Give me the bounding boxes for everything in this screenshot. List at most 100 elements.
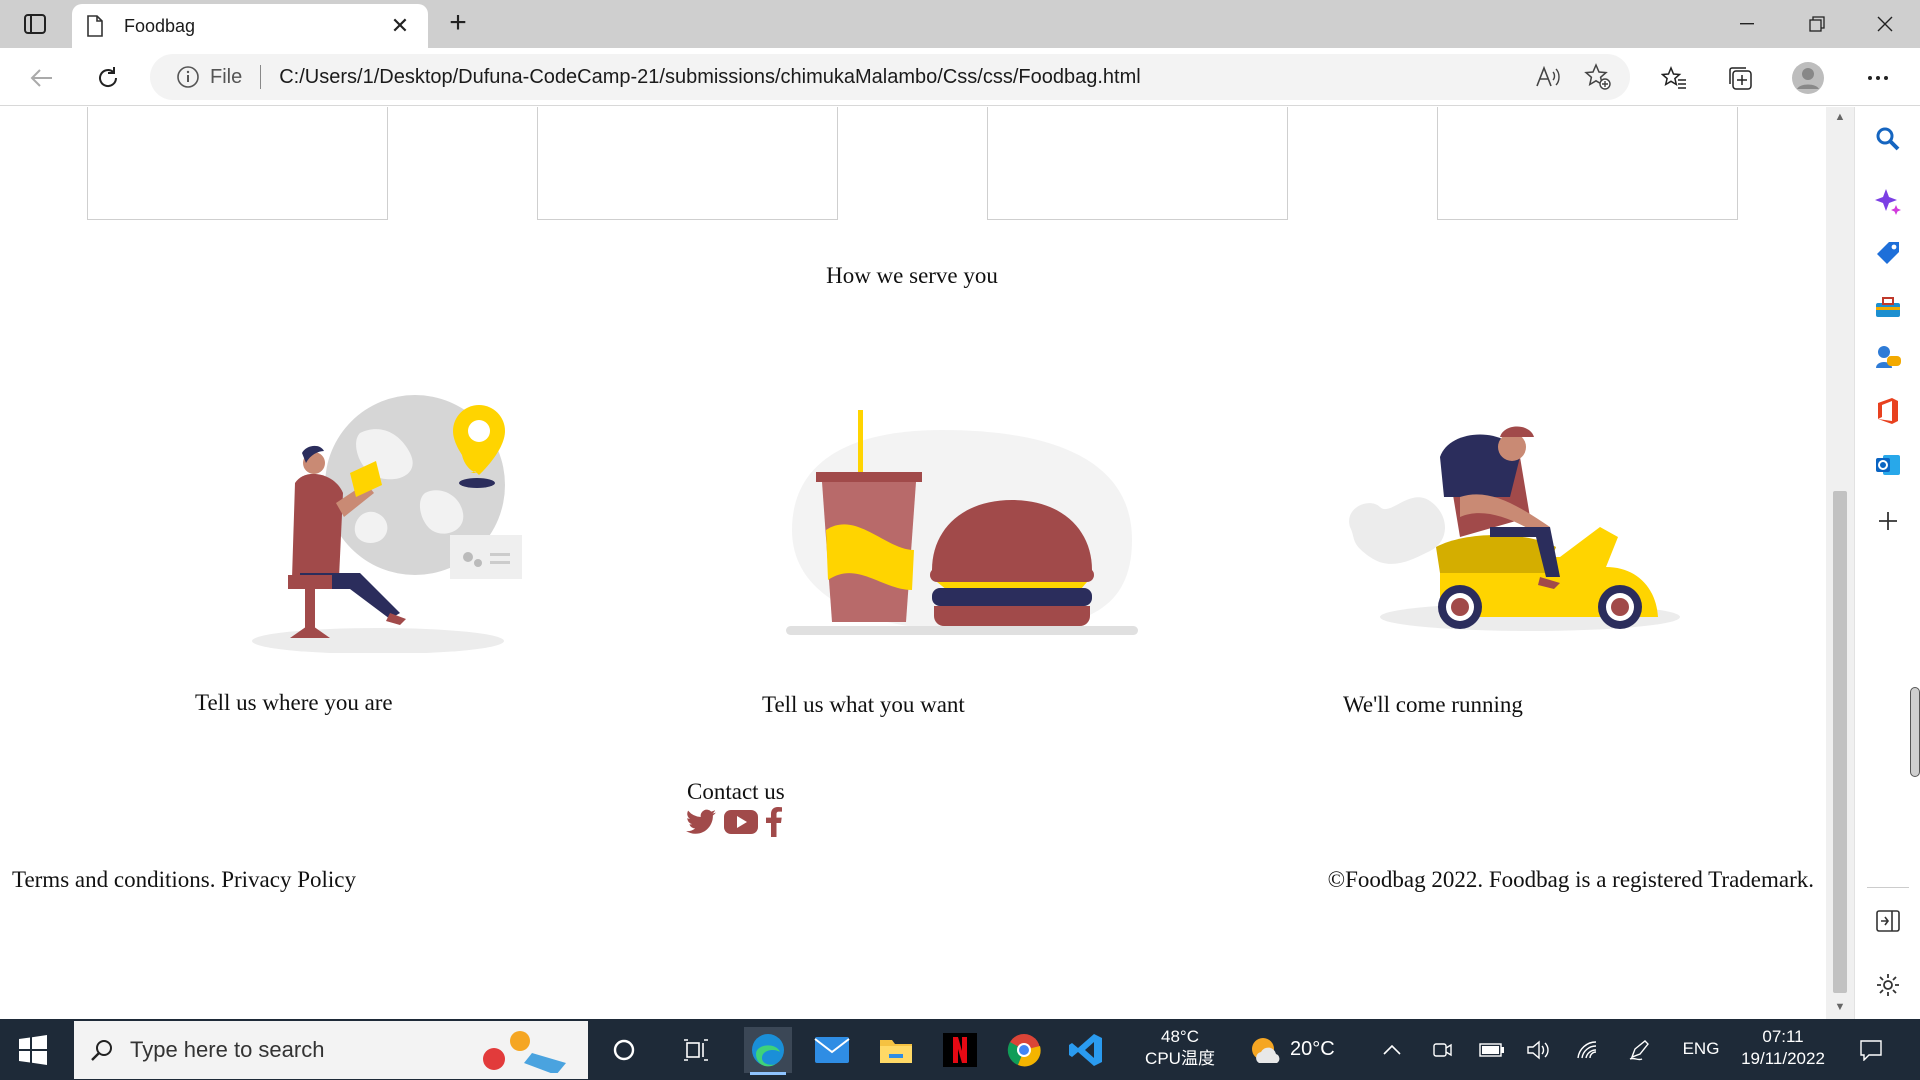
minimize-icon <box>1740 23 1754 25</box>
wifi-button[interactable] <box>1568 1027 1608 1073</box>
close-window-button[interactable] <box>1850 0 1920 48</box>
chevron-up-icon <box>1383 1045 1401 1055</box>
chrome-taskbar-button[interactable] <box>1000 1027 1048 1073</box>
address-separator <box>260 65 262 89</box>
profile-button[interactable] <box>1788 58 1828 98</box>
tab-actions-button[interactable] <box>10 8 60 40</box>
contact-title: Contact us <box>687 779 785 804</box>
meet-now-button[interactable] <box>1422 1027 1462 1073</box>
sidebar-settings-button[interactable] <box>1870 967 1906 1003</box>
sidebar-add-button[interactable] <box>1870 503 1906 539</box>
task-view-button[interactable] <box>672 1027 720 1073</box>
sidebar-shopping-button[interactable] <box>1870 235 1906 271</box>
card-placeholder <box>537 107 838 220</box>
sidebar-search-button[interactable] <box>1870 121 1906 157</box>
clock[interactable]: 07:11 19/11/2022 <box>1735 1026 1831 1070</box>
sidebar-discover-button[interactable] <box>1870 183 1906 219</box>
info-icon[interactable] <box>176 65 200 89</box>
minimize-button[interactable] <box>1712 0 1782 48</box>
sidebar-outlook-button[interactable] <box>1870 447 1906 483</box>
section-title: How we serve you <box>826 263 998 288</box>
back-arrow-icon <box>30 69 52 87</box>
sidebar-office-button[interactable] <box>1870 393 1906 429</box>
clock-date: 19/11/2022 <box>1741 1049 1825 1068</box>
delivery-scooter-illustration <box>1349 426 1680 631</box>
edge-taskbar-button[interactable] <box>744 1027 792 1075</box>
browser-title-bar: Foodbag ✕ + <box>0 0 1920 48</box>
browser-toolbar: File C:/Users/1/Desktop/Dufuna-CodeCamp-… <box>0 48 1920 106</box>
sidebar-tools-button[interactable] <box>1870 289 1906 325</box>
chrome-icon <box>1007 1034 1041 1067</box>
tab-title: Foodbag <box>124 15 196 36</box>
search-icon <box>91 1040 112 1061</box>
food-illustration <box>786 410 1138 635</box>
sidebar-hide-button[interactable] <box>1870 903 1906 939</box>
page-scrollbar[interactable]: ▲ ▼ <box>1826 107 1854 1019</box>
vscode-icon <box>1069 1034 1102 1066</box>
sparkle-icon <box>1875 189 1901 215</box>
cpu-temperature: 48°C CPU温度 <box>1140 1026 1220 1070</box>
netflix-taskbar-button[interactable] <box>936 1027 984 1073</box>
favorites-button[interactable] <box>1654 58 1694 98</box>
clock-time: 07:11 <box>1762 1027 1804 1046</box>
language-indicator[interactable]: ENG <box>1676 1038 1726 1060</box>
restore-button[interactable] <box>1782 0 1852 48</box>
collections-button[interactable] <box>1720 58 1760 98</box>
pen-icon <box>1629 1040 1649 1061</box>
step-label-running: We'll come running <box>1343 692 1523 717</box>
windows-start-icon[interactable] <box>18 1035 48 1065</box>
read-aloud-button[interactable] <box>1530 59 1566 95</box>
weather-button[interactable] <box>1246 1027 1286 1073</box>
mail-taskbar-button[interactable] <box>808 1027 856 1073</box>
scroll-down-icon[interactable]: ▼ <box>1833 1001 1847 1015</box>
page-viewport: How we serve you Tell us where you are T… <box>0 107 1824 1019</box>
settings-more-button[interactable] <box>1858 58 1898 98</box>
browser-tab-active[interactable]: Foodbag ✕ <box>72 4 428 48</box>
privacy-link[interactable]: Privacy Policy <box>221 867 356 892</box>
card-placeholder <box>987 107 1288 220</box>
collections-icon <box>1729 67 1752 90</box>
cortana-button[interactable] <box>600 1027 648 1073</box>
scroll-thumb[interactable] <box>1833 491 1847 993</box>
scroll-up-icon[interactable]: ▲ <box>1833 111 1847 125</box>
add-favorite-button[interactable] <box>1580 59 1616 95</box>
back-button[interactable] <box>22 58 62 98</box>
vscode-taskbar-button[interactable] <box>1062 1027 1110 1073</box>
youtube-icon[interactable] <box>724 810 758 834</box>
terms-link[interactable]: Terms and conditions. <box>12 867 215 892</box>
tab-close-icon[interactable]: ✕ <box>386 13 414 39</box>
file-label: File <box>210 65 243 88</box>
task-view-icon <box>684 1039 708 1061</box>
tab-actions-icon <box>24 14 46 34</box>
cortana-icon <box>613 1039 635 1061</box>
reload-icon <box>99 67 118 87</box>
twitter-icon[interactable] <box>686 809 716 835</box>
volume-button[interactable] <box>1518 1027 1558 1073</box>
notifications-button[interactable] <box>1846 1027 1896 1073</box>
tray-overflow-button[interactable] <box>1372 1027 1412 1073</box>
pen-button[interactable] <box>1620 1027 1660 1073</box>
facebook-icon[interactable] <box>766 807 782 837</box>
collapse-sidebar-icon <box>1876 910 1900 932</box>
plus-icon <box>1879 512 1897 530</box>
sidebar-games-button[interactable] <box>1870 339 1906 375</box>
battery-button[interactable] <box>1472 1027 1512 1073</box>
favorites-icon <box>1661 66 1686 89</box>
card-placeholder <box>1437 107 1738 220</box>
weather-temperature[interactable]: 20°C <box>1290 1038 1335 1060</box>
taskbar-search-box[interactable]: Type here to search <box>74 1021 588 1079</box>
step-label-where: Tell us where you are <box>195 690 393 715</box>
new-tab-button[interactable]: + <box>440 8 476 40</box>
wifi-icon <box>1577 1041 1597 1059</box>
star-plus-icon <box>1584 63 1611 90</box>
sidebar-resize-handle[interactable] <box>1910 687 1920 777</box>
more-dots-icon <box>1868 76 1888 80</box>
read-aloud-icon <box>1536 66 1560 87</box>
file-explorer-button[interactable] <box>872 1027 920 1073</box>
reload-button[interactable] <box>88 58 128 98</box>
address-bar[interactable]: File C:/Users/1/Desktop/Dufuna-CodeCamp-… <box>150 54 1630 100</box>
avatar-icon <box>1792 62 1824 94</box>
cpu-temp-value: 48°C <box>1161 1027 1199 1046</box>
restore-icon <box>1809 16 1825 32</box>
url-text[interactable]: C:/Users/1/Desktop/Dufuna-CodeCamp-21/su… <box>279 66 1530 89</box>
